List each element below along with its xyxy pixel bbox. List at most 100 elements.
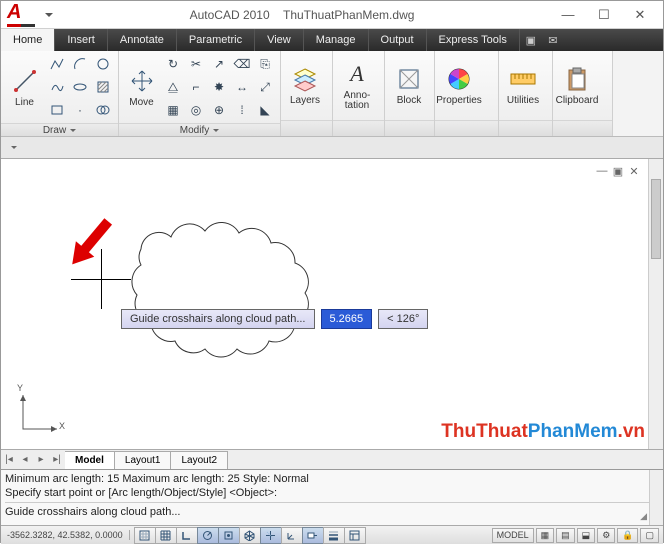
tab-view[interactable]: View [255, 29, 304, 51]
ribbon: Line · Draw Move ↻ ✂ [1, 51, 663, 137]
tab-parametric[interactable]: Parametric [177, 29, 255, 51]
layout-tab-1[interactable]: Layout1 [115, 451, 172, 469]
extend-button[interactable]: ↗ [208, 53, 230, 75]
panel-clipboard: Clipboard [553, 51, 613, 136]
tab-nav-last[interactable]: ▸| [49, 454, 65, 465]
quickview-layouts-button[interactable]: ▦ [536, 528, 555, 543]
window-title: AutoCAD 2010 ThuThuatPhanMem.dwg [53, 8, 551, 22]
tab-annotate[interactable]: Annotate [108, 29, 177, 51]
move-label: Move [129, 97, 153, 108]
maximize-button[interactable]: ☐ [587, 5, 621, 25]
clean-screen-button[interactable]: ▢ [640, 528, 659, 543]
layout-tab-2[interactable]: Layout2 [171, 451, 228, 469]
tab-express-tools[interactable]: Express Tools [427, 29, 520, 51]
panel-draw-title: Draw [43, 125, 66, 136]
annotation-scale-button[interactable]: ⬓ [577, 528, 596, 543]
clipboard-button[interactable]: Clipboard [557, 65, 597, 106]
layers-icon [291, 65, 319, 93]
qat-expand-icon[interactable] [11, 146, 17, 149]
ortho-button[interactable] [176, 527, 198, 544]
3dosnap-button[interactable] [239, 527, 261, 544]
osnap-button[interactable] [218, 527, 240, 544]
drawing-area[interactable]: — ▣ ✕ Guide crosshairs along cloud path.… [1, 159, 663, 449]
layout-tab-model[interactable]: Model [65, 451, 115, 469]
rectangle-button[interactable] [46, 99, 68, 121]
circle-button[interactable] [92, 53, 114, 75]
panel-annotation: AAnno-tation [333, 51, 385, 136]
cmd-current: Guide crosshairs along cloud path... [5, 505, 659, 519]
point-button[interactable]: · [69, 99, 91, 121]
dynamic-distance-input[interactable]: 5.2665 [321, 309, 373, 329]
stretch-button[interactable]: ↔ [231, 76, 253, 98]
layout-tab-bar: |◂ ◂ ▸ ▸| Model Layout1 Layout2 [1, 449, 663, 469]
workspace-switch-button[interactable]: ⚙ [597, 528, 615, 543]
status-bar: -3562.3282, 42.5382, 0.0000 MODEL ▦ ▤ ⬓ … [1, 525, 663, 544]
polyline-button[interactable] [46, 53, 68, 75]
coordinate-display[interactable]: -3562.3282, 42.5382, 0.0000 [1, 530, 130, 540]
block-icon [395, 65, 423, 93]
region-button[interactable] [92, 99, 114, 121]
explode-button[interactable]: ✸ [208, 76, 230, 98]
properties-button[interactable]: Properties [439, 65, 479, 106]
tab-home[interactable]: Home [1, 29, 55, 51]
scale-button[interactable]: ⤢ [254, 76, 276, 98]
line-button[interactable]: Line [5, 67, 44, 108]
spline-button[interactable] [46, 76, 68, 98]
panel-modify: Move ↻ ✂ ↗ ⌫ ⎘ ⧋ ⌐ ✸ ↔ ⤢ ▦ ◎ ⊕ ⁞ ◣ Modif… [119, 51, 281, 136]
util-label: Utilities [507, 95, 539, 106]
utilities-button[interactable]: Utilities [503, 65, 543, 106]
copy-button[interactable]: ⎘ [254, 53, 276, 75]
array-button[interactable]: ▦ [162, 99, 184, 121]
app-menu-button[interactable]: A [7, 3, 31, 27]
layers-label: Layers [290, 95, 320, 106]
tab-nav-next[interactable]: ▸ [33, 454, 49, 465]
otrack-button[interactable] [260, 527, 282, 544]
command-line[interactable]: Minimum arc length: 15 Maximum arc lengt… [1, 469, 663, 525]
move-button[interactable]: Move [123, 67, 160, 108]
tab-nav-first[interactable]: |◂ [1, 454, 17, 465]
minimize-button[interactable]: — [551, 5, 585, 25]
tab-nav-prev[interactable]: ◂ [17, 454, 33, 465]
fillet-button[interactable]: ⌐ [185, 76, 207, 98]
mirror-button[interactable]: ⧋ [162, 76, 184, 98]
chevron-down-icon[interactable] [213, 129, 219, 132]
tab-extra-button[interactable]: ▣ [520, 29, 542, 51]
block-button[interactable]: Block [389, 65, 429, 106]
grid-button[interactable] [155, 527, 177, 544]
chevron-down-icon[interactable] [70, 129, 76, 132]
qat-dropdown-icon[interactable] [45, 13, 53, 17]
join-button[interactable]: ⊕ [208, 99, 230, 121]
tab-help-button[interactable]: ✉ [542, 29, 564, 51]
line-label: Line [15, 97, 34, 108]
panel-block: Block [385, 51, 435, 136]
hatch-button[interactable] [92, 76, 114, 98]
arc-button[interactable] [69, 53, 91, 75]
trim-button[interactable]: ✂ [185, 53, 207, 75]
lineweight-button[interactable] [323, 527, 345, 544]
cmd-resize-grip[interactable]: ◢ [640, 509, 647, 523]
break-button[interactable]: ⁞ [231, 99, 253, 121]
close-button[interactable]: ✕ [623, 5, 657, 25]
polar-button[interactable] [197, 527, 219, 544]
snap-mode-button[interactable] [134, 527, 156, 544]
dyn-input-button[interactable] [302, 527, 324, 544]
chamfer-button[interactable]: ◣ [254, 99, 276, 121]
cmd-scrollbar[interactable] [649, 470, 663, 525]
layers-button[interactable]: Layers [285, 65, 325, 106]
qp-button[interactable] [344, 527, 366, 544]
model-space-button[interactable]: MODEL [492, 528, 534, 543]
offset-button[interactable]: ◎ [185, 99, 207, 121]
toolbar-lock-button[interactable]: 🔒 [617, 528, 638, 543]
annotation-button[interactable]: AAnno-tation [337, 60, 377, 111]
tab-insert[interactable]: Insert [55, 29, 108, 51]
quickview-drawings-button[interactable]: ▤ [556, 528, 575, 543]
rotate-button[interactable]: ↻ [162, 53, 184, 75]
ribbon-tabs: Home Insert Annotate Parametric View Man… [1, 29, 663, 51]
quick-access-strip [1, 137, 663, 159]
tab-output[interactable]: Output [369, 29, 427, 51]
tab-manage[interactable]: Manage [304, 29, 369, 51]
ellipse-button[interactable] [69, 76, 91, 98]
erase-button[interactable]: ⌫ [231, 53, 253, 75]
move-icon [128, 67, 156, 95]
ducs-button[interactable] [281, 527, 303, 544]
